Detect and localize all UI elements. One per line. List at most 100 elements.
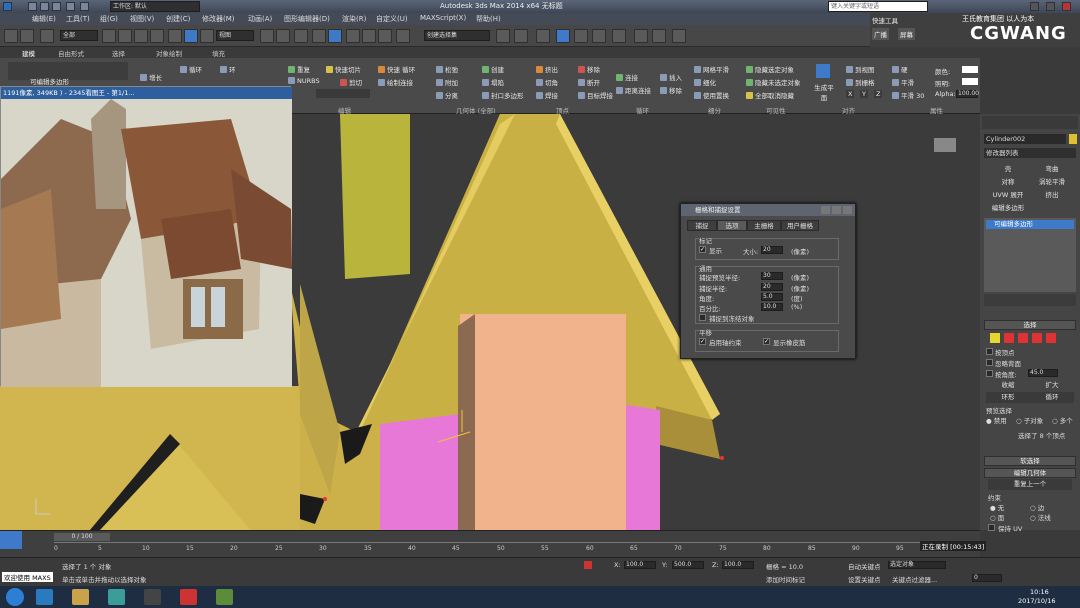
collapse-button[interactable]: 塌陷: [482, 77, 504, 87]
menu-edit[interactable]: 编辑(E): [32, 14, 56, 24]
reference-image-window[interactable]: 1191像素, 349KB ) - 2345看图王 - 第1/1...: [0, 86, 292, 387]
meshsmooth-button[interactable]: 网格平滑: [694, 64, 729, 74]
maximize-icon[interactable]: [1046, 2, 1055, 11]
set-key-label[interactable]: 设置关键点: [848, 574, 881, 584]
extrude-button[interactable]: 挤出: [536, 64, 558, 74]
polygon-mode-icon[interactable]: [1032, 333, 1042, 343]
insert-button[interactable]: 插入: [660, 72, 682, 82]
render-setup-icon[interactable]: [634, 29, 648, 43]
grid-snap-settings-dialog[interactable]: 栅格和捕捉设置 捕捉 选项 主栅格 用户栅格 标记 ✓ 显示 大小: 20 (像…: [680, 203, 856, 359]
menu-modifiers[interactable]: 修改器(M): [202, 14, 235, 24]
vertex-mode-icon[interactable]: [990, 333, 1000, 343]
border-mode-icon[interactable]: [1018, 333, 1028, 343]
menu-help[interactable]: 帮助(H): [476, 14, 501, 24]
window-crossing-icon[interactable]: [150, 29, 164, 43]
menu-rendering[interactable]: 渲染(R): [342, 14, 366, 24]
constraint-face-radio[interactable]: ○ 面: [990, 512, 1004, 522]
select-manipulate-icon[interactable]: [276, 29, 290, 43]
paint-connect-button[interactable]: 绘制连接: [378, 77, 413, 87]
taskbar-folder-icon[interactable]: [72, 589, 89, 605]
mirror-icon[interactable]: [496, 29, 510, 43]
remove-button[interactable]: 移除: [578, 64, 600, 74]
taskbar-recorder-icon[interactable]: [180, 589, 197, 605]
ring-button[interactable]: 环: [220, 64, 236, 74]
constraint-normal-radio[interactable]: ○ 法线: [1030, 512, 1051, 522]
uvw-unwrap-button[interactable]: UVW 展开: [986, 190, 1030, 201]
align-icon[interactable]: [514, 29, 528, 43]
playback-controls[interactable]: [958, 561, 1028, 571]
loop-sel-button[interactable]: 循环: [1030, 392, 1074, 403]
broadcast-button[interactable]: 广播: [872, 28, 889, 40]
extrude-mod-button[interactable]: 挤出: [1030, 190, 1074, 201]
create-button[interactable]: 创建: [482, 64, 504, 74]
ignore-backface-checkbox[interactable]: [986, 359, 993, 366]
preview-off-radio[interactable]: ● 禁用: [986, 415, 1007, 425]
quickslice-button[interactable]: 快速切片: [326, 64, 361, 74]
time-slider[interactable]: 0 / 100: [54, 533, 110, 541]
angle-snap-icon[interactable]: [346, 29, 360, 43]
color-swatch[interactable]: [962, 66, 978, 73]
spinner-snap-icon[interactable]: [378, 29, 392, 43]
alpha-spinner[interactable]: 100.00: [956, 90, 979, 98]
selection-rollout[interactable]: 选择: [984, 320, 1076, 330]
redo-icon[interactable]: [80, 2, 89, 11]
menu-animation[interactable]: 动画(A): [248, 14, 272, 24]
taskbar-viewer-icon[interactable]: [216, 589, 233, 605]
detach-button[interactable]: 分离: [436, 90, 458, 100]
select-by-name-icon[interactable]: [118, 29, 132, 43]
menu-group[interactable]: 组(G): [100, 14, 118, 24]
selected-objects-dropdown[interactable]: 选定对象: [888, 561, 946, 569]
grow-sel-button[interactable]: 扩大: [1030, 380, 1074, 391]
graphite-toggle-icon[interactable]: [556, 29, 570, 43]
nurbs-button[interactable]: NURBS: [288, 77, 320, 85]
y-coord[interactable]: 500.0: [672, 561, 704, 569]
rotate-icon[interactable]: [184, 29, 198, 43]
axis-constraint-checkbox[interactable]: ✓: [699, 338, 706, 345]
by-vertex-checkbox[interactable]: [986, 348, 993, 355]
preview-subobject-radio[interactable]: ○ 子对象: [1016, 415, 1043, 425]
preview-multi-radio[interactable]: ○ 多个: [1052, 415, 1073, 425]
unhide-all-button[interactable]: 全部取消隐藏: [746, 90, 794, 100]
tessellate-button[interactable]: 细化: [694, 77, 716, 87]
snap-radius-spinner[interactable]: 20: [761, 283, 783, 291]
constraints-toggles[interactable]: [316, 89, 370, 98]
menu-view[interactable]: 视图(V): [130, 14, 154, 24]
redo-button[interactable]: [20, 29, 34, 43]
display-checkbox[interactable]: ✓: [699, 246, 706, 253]
named-selection-set[interactable]: 创建选择集: [424, 30, 490, 41]
shell-button[interactable]: 壳: [986, 164, 1030, 175]
constraint-edge-radio[interactable]: ○ 边: [1030, 502, 1044, 512]
close-icon[interactable]: [1062, 2, 1071, 11]
tab-user-grids[interactable]: 用户栅格: [781, 220, 819, 231]
tab-populate[interactable]: 填充: [212, 48, 225, 58]
z-coord[interactable]: 100.0: [722, 561, 754, 569]
illum-swatch[interactable]: [962, 78, 978, 85]
render-icon[interactable]: [672, 29, 686, 43]
percent-spinner[interactable]: 10.0: [761, 303, 783, 311]
turbosmooth-button[interactable]: 涡轮平滑: [1030, 177, 1074, 188]
link-icon[interactable]: [40, 29, 54, 43]
tab-home-grid[interactable]: 主栅格: [747, 220, 781, 231]
preserve-uv-checkbox[interactable]: [988, 524, 995, 531]
dialog-close-icon[interactable]: [843, 206, 852, 214]
new-icon[interactable]: [28, 2, 37, 11]
loop-remove-button[interactable]: 移除: [660, 85, 682, 95]
align-y-button[interactable]: Y: [860, 90, 868, 98]
rect-select-icon[interactable]: [134, 29, 148, 43]
tab-modeling[interactable]: 建模: [22, 48, 35, 58]
snap-frozen-checkbox[interactable]: [699, 314, 706, 321]
taskbar-browser-icon[interactable]: [36, 589, 53, 605]
distance-connect-button[interactable]: 距离连接: [616, 85, 651, 95]
edit-named-sel-icon[interactable]: [396, 29, 410, 43]
panel-tabs[interactable]: [982, 116, 1078, 129]
dialog-maximize-icon[interactable]: [832, 206, 841, 214]
to-view-button[interactable]: 到视图: [846, 64, 875, 74]
edit-poly-button[interactable]: 编辑多边形: [986, 203, 1030, 214]
current-frame-field[interactable]: 0: [972, 574, 1002, 582]
by-angle-spinner[interactable]: 45.0: [1028, 369, 1058, 377]
hard-button[interactable]: 硬: [892, 64, 908, 74]
scale-icon[interactable]: [200, 29, 214, 43]
hide-selected-button[interactable]: 隐藏选定对象: [746, 64, 794, 74]
menu-graph-editors[interactable]: 图形编辑器(D): [284, 14, 330, 24]
keyboard-shortcut-icon[interactable]: [294, 29, 308, 43]
